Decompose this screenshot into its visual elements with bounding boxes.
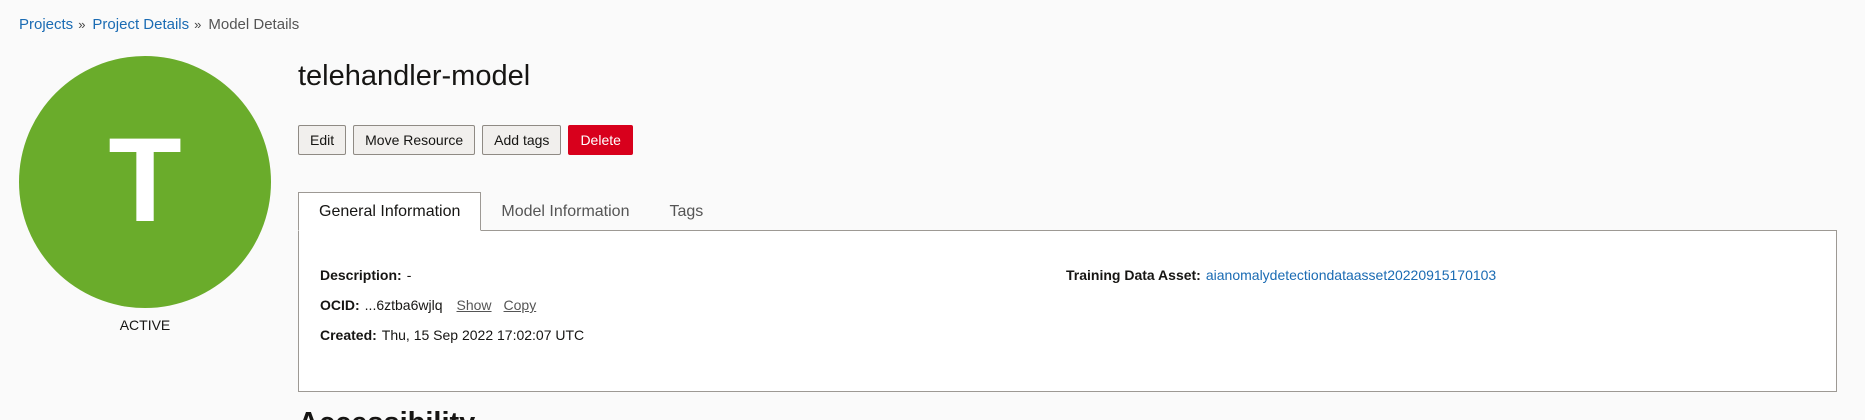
tab-general-information[interactable]: General Information: [298, 192, 482, 231]
action-bar: Edit Move Resource Add tags Delete: [298, 125, 633, 155]
tab-model-information[interactable]: Model Information: [481, 192, 649, 231]
ocid-row: OCID: ...6ztba6wjlq Show Copy: [320, 297, 536, 313]
created-row: Created: Thu, 15 Sep 2022 17:02:07 UTC: [320, 327, 584, 343]
edit-button[interactable]: Edit: [298, 125, 347, 155]
show-ocid-link[interactable]: Show: [457, 297, 492, 313]
description-label: Description:: [320, 267, 402, 283]
page: Projects » Project Details » Model Detai…: [0, 0, 1865, 420]
breadcrumb: Projects » Project Details » Model Detai…: [19, 16, 299, 33]
training-data-asset-label: Training Data Asset:: [1066, 267, 1201, 283]
created-label: Created:: [320, 327, 377, 343]
tab-tags[interactable]: Tags: [649, 192, 723, 231]
avatar-letter: T: [108, 113, 182, 247]
delete-button[interactable]: Delete: [568, 125, 633, 155]
add-tags-button[interactable]: Add tags: [482, 125, 562, 155]
section-heading: Accessibility: [298, 407, 475, 420]
breadcrumb-projects[interactable]: Projects: [19, 16, 73, 33]
avatar: T: [19, 56, 271, 308]
general-information-panel: Description: - OCID: ...6ztba6wjlq Show …: [298, 230, 1837, 392]
breadcrumb-current: Model Details: [208, 16, 300, 33]
training-data-asset-link[interactable]: aianomalydetectiondataasset2022091517010…: [1206, 267, 1496, 283]
tab-bar: General Information Model Information Ta…: [298, 192, 723, 231]
page-title: telehandler-model: [298, 60, 531, 92]
copy-ocid-link[interactable]: Copy: [504, 297, 537, 313]
breadcrumb-separator: »: [194, 17, 202, 32]
move-resource-button[interactable]: Move Resource: [353, 125, 476, 155]
status-label: ACTIVE: [119, 317, 171, 333]
description-value: -: [406, 267, 412, 283]
description-row: Description: -: [320, 267, 411, 283]
ocid-value: ...6ztba6wjlq: [364, 297, 443, 313]
breadcrumb-project-details[interactable]: Project Details: [92, 16, 189, 33]
training-data-asset-row: Training Data Asset: aianomalydetectiond…: [1066, 267, 1496, 283]
breadcrumb-separator: »: [78, 17, 86, 32]
created-value: Thu, 15 Sep 2022 17:02:07 UTC: [381, 327, 585, 343]
ocid-label: OCID:: [320, 297, 360, 313]
